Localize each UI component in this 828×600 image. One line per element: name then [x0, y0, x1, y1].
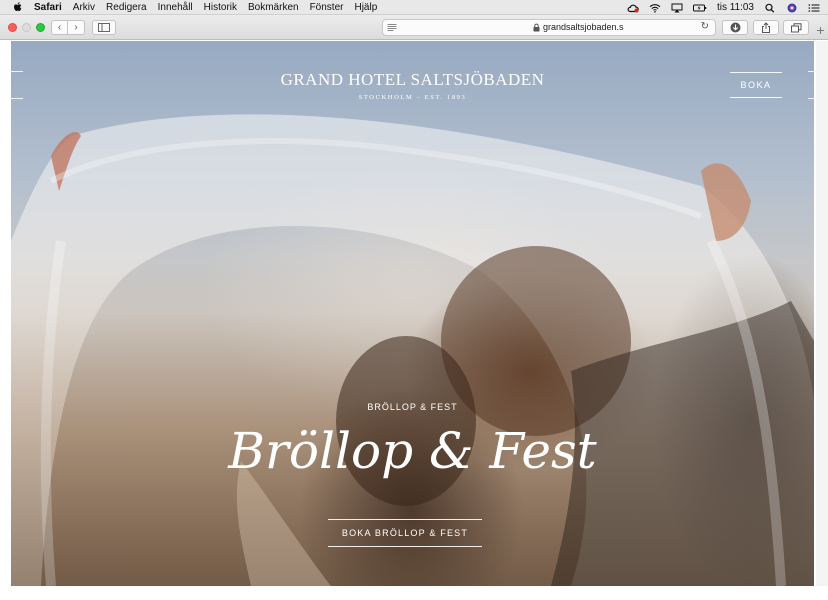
list-icon[interactable]	[808, 3, 820, 13]
brand-tagline: STOCKHOLM – EST. 1893	[358, 94, 467, 101]
brand-logo[interactable]: GRAND HOTEL SALTSJÖBADEN STOCKHOLM – EST…	[11, 70, 814, 101]
back-forward-group: ‹ ›	[51, 20, 85, 35]
menu-bar-extras: tis 11:03	[627, 0, 820, 15]
book-button[interactable]: BOKA	[730, 72, 782, 98]
download-icon	[730, 22, 740, 33]
sidebar-toggle-button[interactable]	[92, 20, 116, 35]
menu-fonster[interactable]: Fönster	[310, 2, 344, 13]
menu-bar: Safari Arkiv Redigera Innehåll Historik …	[0, 0, 828, 15]
browser-toolbar: ‹ › grandsaltsjobaden.s ↻	[0, 15, 828, 40]
address-bar[interactable]: grandsaltsjobaden.s ↻	[382, 19, 716, 36]
zoom-window-button[interactable]	[36, 23, 45, 32]
menu-historik[interactable]: Historik	[204, 2, 237, 13]
siri-icon[interactable]	[786, 3, 798, 13]
reader-icon[interactable]	[387, 23, 397, 32]
menu-redigera[interactable]: Redigera	[106, 2, 147, 13]
menu-safari[interactable]: Safari	[34, 2, 62, 13]
forward-button[interactable]: ›	[68, 21, 84, 34]
show-tabs-button[interactable]	[783, 20, 809, 35]
share-button[interactable]	[753, 20, 779, 35]
sidebar-icon	[98, 23, 110, 32]
apple-icon[interactable]	[12, 1, 24, 13]
battery-icon[interactable]	[692, 3, 707, 13]
hero-headline: Bröllop & Fest	[228, 422, 597, 480]
close-window-button[interactable]	[8, 23, 17, 32]
search-icon[interactable]	[764, 3, 776, 13]
book-wedding-button[interactable]: BOKA BRÖLLOP & FEST	[328, 519, 482, 547]
hero-eyebrow: BRÖLLOP & FEST	[367, 402, 458, 412]
airplay-icon[interactable]	[671, 3, 683, 13]
menu-bokmarken[interactable]: Bokmärken	[248, 2, 299, 13]
menu-arkiv[interactable]: Arkiv	[73, 2, 95, 13]
tabs-icon	[790, 22, 801, 32]
back-button[interactable]: ‹	[52, 21, 69, 34]
new-tab-button[interactable]: +	[813, 22, 828, 40]
menu-innehall[interactable]: Innehåll	[158, 2, 193, 13]
hero-section: GRAND HOTEL SALTSJÖBADEN STOCKHOLM – EST…	[11, 41, 814, 586]
url-text: grandsaltsjobaden.s	[543, 22, 624, 32]
menu-hjalp[interactable]: Hjälp	[354, 2, 377, 13]
wifi-icon[interactable]	[649, 3, 661, 13]
hero-overlay	[11, 41, 814, 586]
page-scrollbar[interactable]	[816, 41, 828, 586]
lock-icon	[533, 23, 540, 32]
reload-button[interactable]: ↻	[701, 21, 709, 32]
menu-clock[interactable]: tis 11:03	[717, 2, 754, 13]
brand-name: GRAND HOTEL SALTSJÖBADEN	[280, 70, 545, 89]
downloads-button[interactable]	[722, 20, 748, 35]
share-icon	[762, 22, 770, 33]
creative-cloud-icon[interactable]	[627, 3, 639, 13]
minimize-window-button[interactable]	[22, 23, 31, 32]
